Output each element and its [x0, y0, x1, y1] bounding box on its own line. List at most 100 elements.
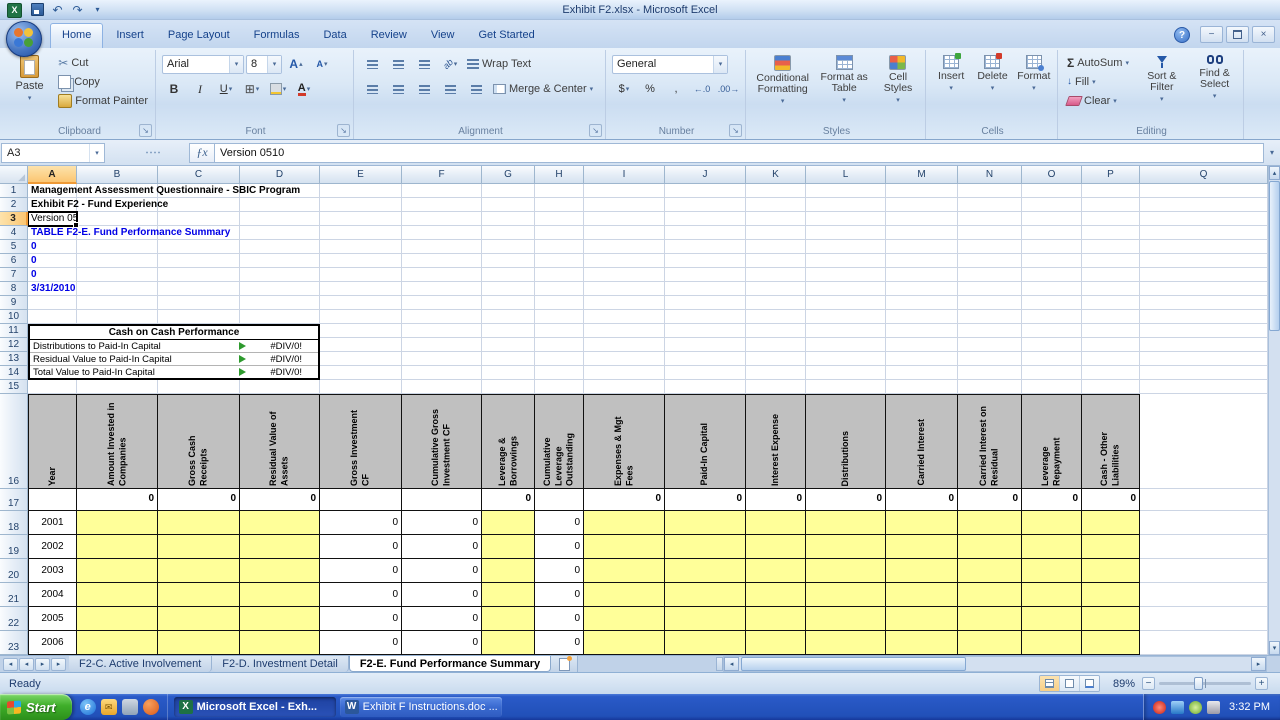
scroll-up-button[interactable]: ▴: [1269, 166, 1280, 180]
cell-E20[interactable]: 0: [320, 559, 402, 583]
cell-A16[interactable]: Year: [28, 394, 77, 489]
cell-D7[interactable]: [240, 268, 320, 282]
sheet-tab-f2c-active-involvement[interactable]: F2-C. Active Involvement: [69, 656, 212, 672]
cell-K4[interactable]: [746, 226, 806, 240]
column-header-D[interactable]: D: [240, 166, 320, 184]
cell-M5[interactable]: [886, 240, 958, 254]
cell-H15[interactable]: [535, 380, 584, 394]
scroll-right-button[interactable]: ▸: [1251, 657, 1266, 671]
antivirus-icon[interactable]: [1153, 701, 1166, 714]
cell-L17[interactable]: 0: [806, 489, 886, 511]
cell-O18[interactable]: [1022, 511, 1082, 535]
row-header-6[interactable]: 6: [0, 254, 28, 268]
cell-J17[interactable]: 0: [665, 489, 746, 511]
cell-Q6[interactable]: [1140, 254, 1268, 268]
cell-L23[interactable]: [806, 631, 886, 655]
cell-H3[interactable]: [535, 212, 584, 226]
cell-K8[interactable]: [746, 282, 806, 296]
cell-J4[interactable]: [665, 226, 746, 240]
cell-A9[interactable]: [28, 296, 77, 310]
cell-P14[interactable]: [1082, 366, 1140, 380]
cell-E21[interactable]: 0: [320, 583, 402, 607]
cell-I20[interactable]: [584, 559, 665, 583]
italic-button[interactable]: I: [188, 80, 212, 99]
cell-C10[interactable]: [158, 310, 240, 324]
cell-D4[interactable]: [240, 226, 320, 240]
cell-P2[interactable]: [1082, 198, 1140, 212]
cell-G11[interactable]: [482, 324, 535, 338]
customize-qat-button[interactable]: ▾: [90, 2, 105, 17]
decrease-decimal-button[interactable]: .00→: [716, 80, 741, 99]
cell-Q3[interactable]: [1140, 212, 1268, 226]
row-header-10[interactable]: 10: [0, 310, 28, 324]
cell-F22[interactable]: 0: [402, 607, 482, 631]
cell-L18[interactable]: [806, 511, 886, 535]
cell-P6[interactable]: [1082, 254, 1140, 268]
cell-J21[interactable]: [665, 583, 746, 607]
cell-P5[interactable]: [1082, 240, 1140, 254]
format-painter-button[interactable]: Format Painter: [55, 91, 151, 110]
cell-Q14[interactable]: [1140, 366, 1268, 380]
bold-button[interactable]: B: [162, 80, 186, 99]
email-icon[interactable]: ✉: [101, 699, 117, 715]
vertical-scroll-track[interactable]: [1269, 180, 1280, 641]
sort-filter-button[interactable]: Sort & Filter▾: [1137, 53, 1186, 110]
cell-E13[interactable]: [320, 352, 402, 366]
safely-remove-hardware-icon[interactable]: [1189, 701, 1202, 714]
bottom-align-button[interactable]: [412, 55, 436, 74]
row-header-14[interactable]: 14: [0, 366, 28, 380]
cell-A17[interactable]: [28, 489, 77, 511]
cell-B19[interactable]: [77, 535, 158, 559]
cell-G1[interactable]: [482, 184, 535, 198]
column-header-J[interactable]: J: [665, 166, 746, 184]
cell-I5[interactable]: [584, 240, 665, 254]
cell-M17[interactable]: 0: [886, 489, 958, 511]
paste-menu-arrow-icon[interactable]: ▾: [28, 94, 32, 102]
cell-M13[interactable]: [886, 352, 958, 366]
cell-H1[interactable]: [535, 184, 584, 198]
cell-N21[interactable]: [958, 583, 1022, 607]
cell-K5[interactable]: [746, 240, 806, 254]
cell-F8[interactable]: [402, 282, 482, 296]
sheet-tab-f2d-investment-detail[interactable]: F2-D. Investment Detail: [212, 656, 349, 672]
cell-F15[interactable]: [402, 380, 482, 394]
cell-P1[interactable]: [1082, 184, 1140, 198]
cell-I9[interactable]: [584, 296, 665, 310]
row-header-16[interactable]: 16: [0, 394, 28, 489]
help-button[interactable]: ?: [1174, 27, 1190, 43]
cell-B2[interactable]: [77, 198, 158, 212]
cell-D9[interactable]: [240, 296, 320, 310]
cell-L21[interactable]: [806, 583, 886, 607]
cell-H6[interactable]: [535, 254, 584, 268]
cell-I2[interactable]: [584, 198, 665, 212]
cell-O17[interactable]: 0: [1022, 489, 1082, 511]
orientation-button[interactable]: ab▾: [438, 55, 462, 74]
cell-H2[interactable]: [535, 198, 584, 212]
cell-O2[interactable]: [1022, 198, 1082, 212]
row-header-12[interactable]: 12: [0, 338, 28, 352]
cell-B21[interactable]: [77, 583, 158, 607]
internet-explorer-icon[interactable]: e: [80, 699, 96, 715]
cell-K11[interactable]: [746, 324, 806, 338]
taskbar-window-word[interactable]: W Exhibit F Instructions.doc ...: [340, 697, 502, 717]
align-right-button[interactable]: [412, 80, 436, 99]
row-header-11[interactable]: 11: [0, 324, 28, 338]
cell-L1[interactable]: [806, 184, 886, 198]
zoom-track[interactable]: [1159, 682, 1251, 685]
cell-E17[interactable]: [320, 489, 402, 511]
borders-button[interactable]: ⊞▾: [240, 80, 264, 99]
sheet-tab-f2e-fund-performance-summary[interactable]: F2-E. Fund Performance Summary: [349, 656, 551, 672]
cell-L22[interactable]: [806, 607, 886, 631]
cell-A15[interactable]: [28, 380, 77, 394]
cell-J12[interactable]: [665, 338, 746, 352]
cell-F1[interactable]: [402, 184, 482, 198]
scroll-left-button[interactable]: ◂: [724, 657, 739, 671]
media-player-icon[interactable]: [143, 699, 159, 715]
cell-K3[interactable]: [746, 212, 806, 226]
cell-H9[interactable]: [535, 296, 584, 310]
cell-B3[interactable]: [77, 212, 158, 226]
cell-B4[interactable]: [77, 226, 158, 240]
cell-P16[interactable]: Cash - Other Liabilities: [1082, 394, 1140, 489]
row-header-9[interactable]: 9: [0, 296, 28, 310]
cell-C18[interactable]: [158, 511, 240, 535]
